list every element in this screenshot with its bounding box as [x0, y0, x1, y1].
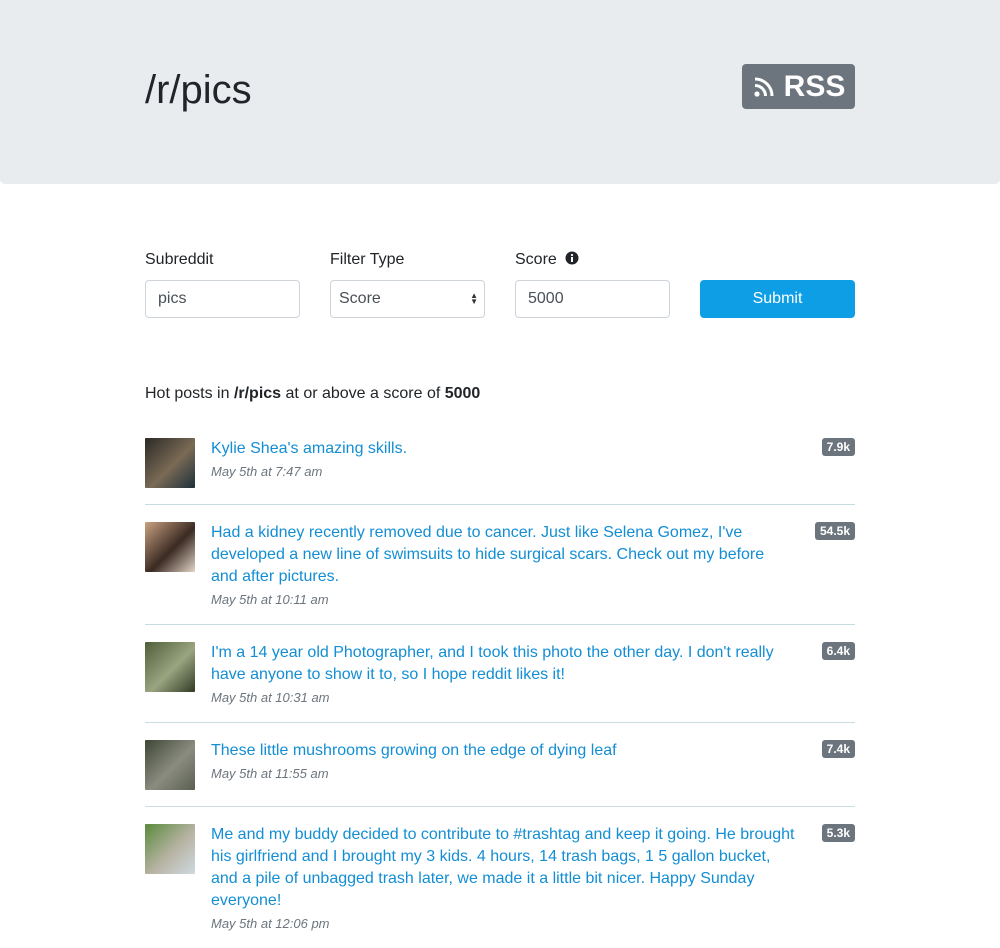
- post-thumbnail[interactable]: [145, 438, 195, 488]
- post-thumbnail[interactable]: [145, 522, 195, 572]
- subreddit-input-value: pics: [158, 290, 187, 307]
- rss-icon: [754, 77, 774, 97]
- post-date: May 5th at 12:06 pm: [211, 916, 330, 931]
- summary-prefix: Hot posts in: [145, 385, 234, 402]
- post-title-link[interactable]: Me and my buddy decided to contribute to…: [211, 824, 795, 912]
- summary-middle: at or above a score of: [281, 385, 445, 402]
- filter-type-label: Filter Type: [330, 251, 405, 268]
- summary-subreddit: /r/pics: [233, 385, 282, 402]
- post-thumbnail[interactable]: [145, 740, 195, 790]
- post-date: May 5th at 7:47 am: [211, 464, 323, 479]
- page-header: /r/pics RSS: [0, 0, 1000, 184]
- results-summary: Hot posts in /r/pics at or above a score…: [145, 384, 480, 404]
- score-label: Score: [515, 251, 557, 268]
- post-item: These little mushrooms growing on the ed…: [145, 723, 855, 807]
- info-icon[interactable]: [565, 251, 579, 265]
- post-item: I'm a 14 year old Photographer, and I to…: [145, 625, 855, 723]
- summary-score: 5000: [444, 385, 481, 402]
- select-arrows-icon: ▲ ▼: [470, 291, 478, 306]
- post-item: Had a kidney recently removed due to can…: [145, 505, 855, 625]
- score-input-value: 5000: [528, 290, 564, 307]
- score-badge: 6.4k: [821, 642, 855, 660]
- score-badge: 54.5k: [814, 522, 855, 540]
- score-badge: 7.9k: [821, 438, 855, 456]
- filter-type-select[interactable]: Score ▲ ▼: [330, 280, 485, 318]
- score-input[interactable]: 5000: [515, 280, 670, 318]
- post-title-link[interactable]: I'm a 14 year old Photographer, and I to…: [211, 642, 795, 686]
- rss-button[interactable]: RSS: [742, 64, 855, 109]
- subreddit-label: Subreddit: [145, 251, 214, 268]
- post-title-link[interactable]: Had a kidney recently removed due to can…: [211, 522, 795, 588]
- post-thumbnail[interactable]: [145, 642, 195, 692]
- score-badge: 5.3k: [821, 824, 855, 842]
- subreddit-input[interactable]: pics: [145, 280, 300, 318]
- score-badge: 7.4k: [821, 740, 855, 758]
- post-title-link[interactable]: Kylie Shea's amazing skills.: [211, 438, 795, 460]
- post-body: Had a kidney recently removed due to can…: [211, 521, 855, 608]
- filter-type-value: Score: [339, 290, 381, 307]
- submit-button[interactable]: Submit: [700, 280, 855, 318]
- page-title: /r/pics: [145, 68, 252, 112]
- post-title-link[interactable]: These little mushrooms growing on the ed…: [211, 740, 795, 762]
- post-body: I'm a 14 year old Photographer, and I to…: [211, 641, 855, 706]
- post-body: Kylie Shea's amazing skills. May 5th at …: [211, 437, 855, 488]
- post-date: May 5th at 11:55 am: [211, 766, 329, 781]
- score-label-wrap: Score: [515, 250, 579, 270]
- post-date: May 5th at 10:31 am: [211, 690, 330, 705]
- post-item: Kylie Shea's amazing skills. May 5th at …: [145, 421, 855, 505]
- post-item: Me and my buddy decided to contribute to…: [145, 807, 855, 948]
- post-thumbnail[interactable]: [145, 824, 195, 874]
- post-body: Me and my buddy decided to contribute to…: [211, 823, 855, 932]
- post-body: These little mushrooms growing on the ed…: [211, 739, 855, 790]
- rss-label: RSS: [783, 69, 846, 103]
- post-list: Kylie Shea's amazing skills. May 5th at …: [145, 421, 855, 948]
- post-date: May 5th at 10:11 am: [211, 592, 329, 607]
